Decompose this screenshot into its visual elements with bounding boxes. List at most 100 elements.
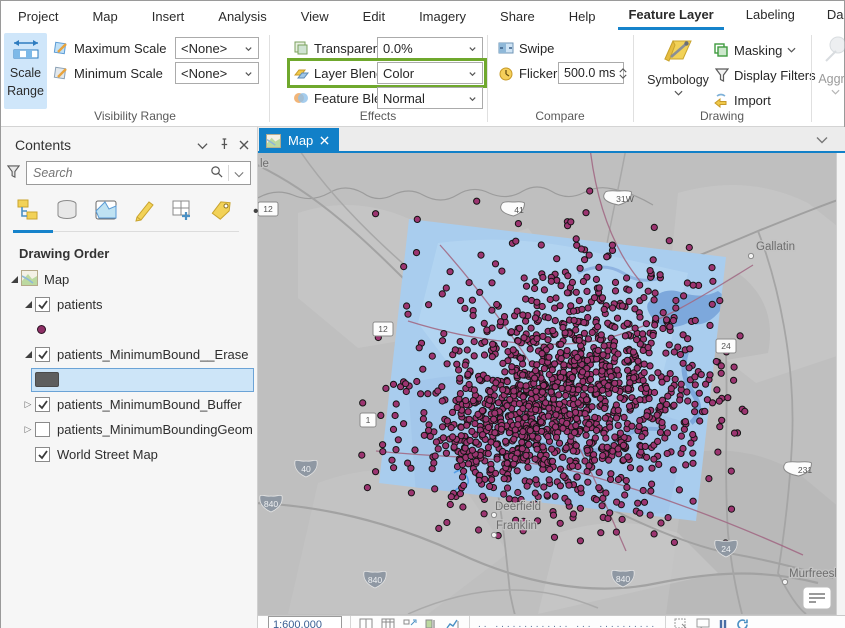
menu-item-map[interactable]: Map [75,3,134,30]
tab-data[interactable]: Da [811,1,845,31]
aggregation-label: Aggre [818,72,845,86]
close-tab-icon[interactable] [320,136,329,145]
status-pause-icon[interactable] [718,618,728,628]
tree-expander-icon[interactable] [7,276,21,283]
search-options-chevron-icon[interactable] [234,166,244,181]
display-filters-button[interactable]: Display Filters [715,64,816,86]
feature-blend-combo[interactable]: Normal [377,87,483,109]
active-tab-indicator [13,230,53,233]
erase-polygon-symbol[interactable] [35,372,59,387]
swipe-button[interactable]: Swipe [498,37,554,59]
layer-blend-label: Layer Blend [314,66,383,81]
layer-visibility-checkbox[interactable] [35,347,50,362]
layer-row[interactable]: World Street Map [1,442,257,467]
transparency-combo[interactable]: 0.0% [377,37,483,59]
svg-text:1: 1 [366,415,371,425]
menu-item-view[interactable]: View [284,3,346,30]
masking-label: Masking [734,43,782,58]
menu-item-share[interactable]: Share [483,3,552,30]
tree-expander-icon[interactable]: ▷ [21,399,35,410]
minimum-scale-combo[interactable]: <None> [175,62,259,84]
label-grid-icon[interactable] [169,197,195,226]
scale-range-icon [11,38,41,64]
road-shield-12: 12 [258,202,278,216]
status-selection-icon[interactable] [674,618,688,628]
status-chart-icon[interactable] [445,618,461,628]
status-refresh-icon[interactable] [736,618,749,628]
search-input[interactable] [33,166,210,180]
spinner-arrows[interactable] [619,68,627,79]
tree-expander-icon[interactable]: ▷ [21,424,35,435]
menu-item-help[interactable]: Help [552,3,613,30]
status-message-icon[interactable] [696,618,710,628]
map-view-tab[interactable]: Map [259,128,339,153]
layer-visibility-checkbox[interactable] [35,447,50,462]
layer-row[interactable]: ▷ patients_MinimumBound_Buffer [1,392,257,417]
status-layers-icon[interactable] [425,618,437,628]
menu-item-project[interactable]: Project [1,3,75,30]
pane-menu-chevron-icon[interactable] [197,138,208,153]
layer-row[interactable]: patients [1,292,257,317]
layer-visibility-checkbox[interactable] [35,422,50,437]
layer-label: patients_MinimumBound_Buffer [57,397,242,412]
pin-icon[interactable] [218,138,229,153]
layer-label: patients_MinimumBoundingGeom [57,422,253,437]
map-scale-input[interactable]: 1:600,000 [268,616,342,628]
aggregation-button[interactable]: Aggre [815,35,845,95]
ribbon: ScaleRange Maximum Scale <None> Minimum … [1,31,844,127]
maximum-scale-combo[interactable]: <None> [175,37,259,59]
map-thumbnail-icon [21,270,38,289]
svg-text:840: 840 [368,575,383,585]
edit-pencil-icon[interactable] [132,197,156,226]
layer-blend-combo[interactable]: Color [377,62,483,84]
selected-symbol-row[interactable] [31,368,254,392]
status-coordinates: .. ............. ... .......... [478,619,657,628]
svg-text:40: 40 [301,464,311,474]
layer-row[interactable]: patients_MinimumBound__Erase [1,342,257,367]
layer-visibility-checkbox[interactable] [35,397,50,412]
status-grid-icon[interactable] [359,618,373,628]
tag-icon[interactable] [208,198,234,225]
minimum-scale-icon [53,65,69,81]
feature-blend-value: Normal [383,91,425,106]
tab-labeling[interactable]: Labeling [730,1,811,31]
search-input-box[interactable] [26,161,251,185]
menu-item-imagery[interactable]: Imagery [402,3,483,30]
tab-list-chevron-icon[interactable] [816,132,828,147]
layer-symbol-row[interactable] [1,317,257,342]
search-icon[interactable] [210,165,223,181]
patients-point-symbol[interactable] [37,325,46,334]
map-canvas[interactable]: 124131W121242314084084084024 leGallatinD… [258,153,845,615]
close-pane-icon[interactable] [239,138,249,153]
list-by-data-source-icon[interactable] [54,197,80,226]
tree-expander-icon[interactable] [21,301,35,308]
import-label: Import [734,93,771,108]
masking-button[interactable]: Masking [713,39,796,61]
symbology-button[interactable]: Symbology [647,35,709,96]
right-edge-strip [836,153,845,615]
flicker-icon [498,65,514,81]
swipe-label: Swipe [519,41,554,56]
menu-item-analysis[interactable]: Analysis [201,3,283,30]
layer-visibility-checkbox[interactable] [35,297,50,312]
list-by-drawing-order-icon[interactable] [15,197,41,226]
display-filters-label: Display Filters [734,68,816,83]
flicker-duration-spinner[interactable]: 500.0 ms [558,62,624,84]
scale-range-button[interactable]: ScaleRange [4,33,47,109]
tab-feature-layer[interactable]: Feature Layer [612,1,729,31]
map-status-bar: 1:600,000 .. ............. ... .........… [258,615,845,628]
flicker-button[interactable]: Flicker [498,62,557,84]
menu-item-insert[interactable]: Insert [135,3,202,30]
layer-row[interactable]: Map [1,267,257,292]
list-by-selection-icon[interactable] [93,197,119,226]
layer-symbol-row[interactable] [1,367,257,392]
layer-label: patients_MinimumBound__Erase [57,347,249,362]
status-table-icon[interactable] [381,618,395,628]
status-snap-icon[interactable] [403,618,417,628]
filter-icon[interactable] [7,165,20,182]
import-button[interactable]: Import [713,89,771,111]
chevron-down-icon [831,89,840,95]
menu-item-edit[interactable]: Edit [346,3,402,30]
tree-expander-icon[interactable] [21,351,35,358]
layer-row[interactable]: ▷ patients_MinimumBoundingGeom [1,417,257,442]
